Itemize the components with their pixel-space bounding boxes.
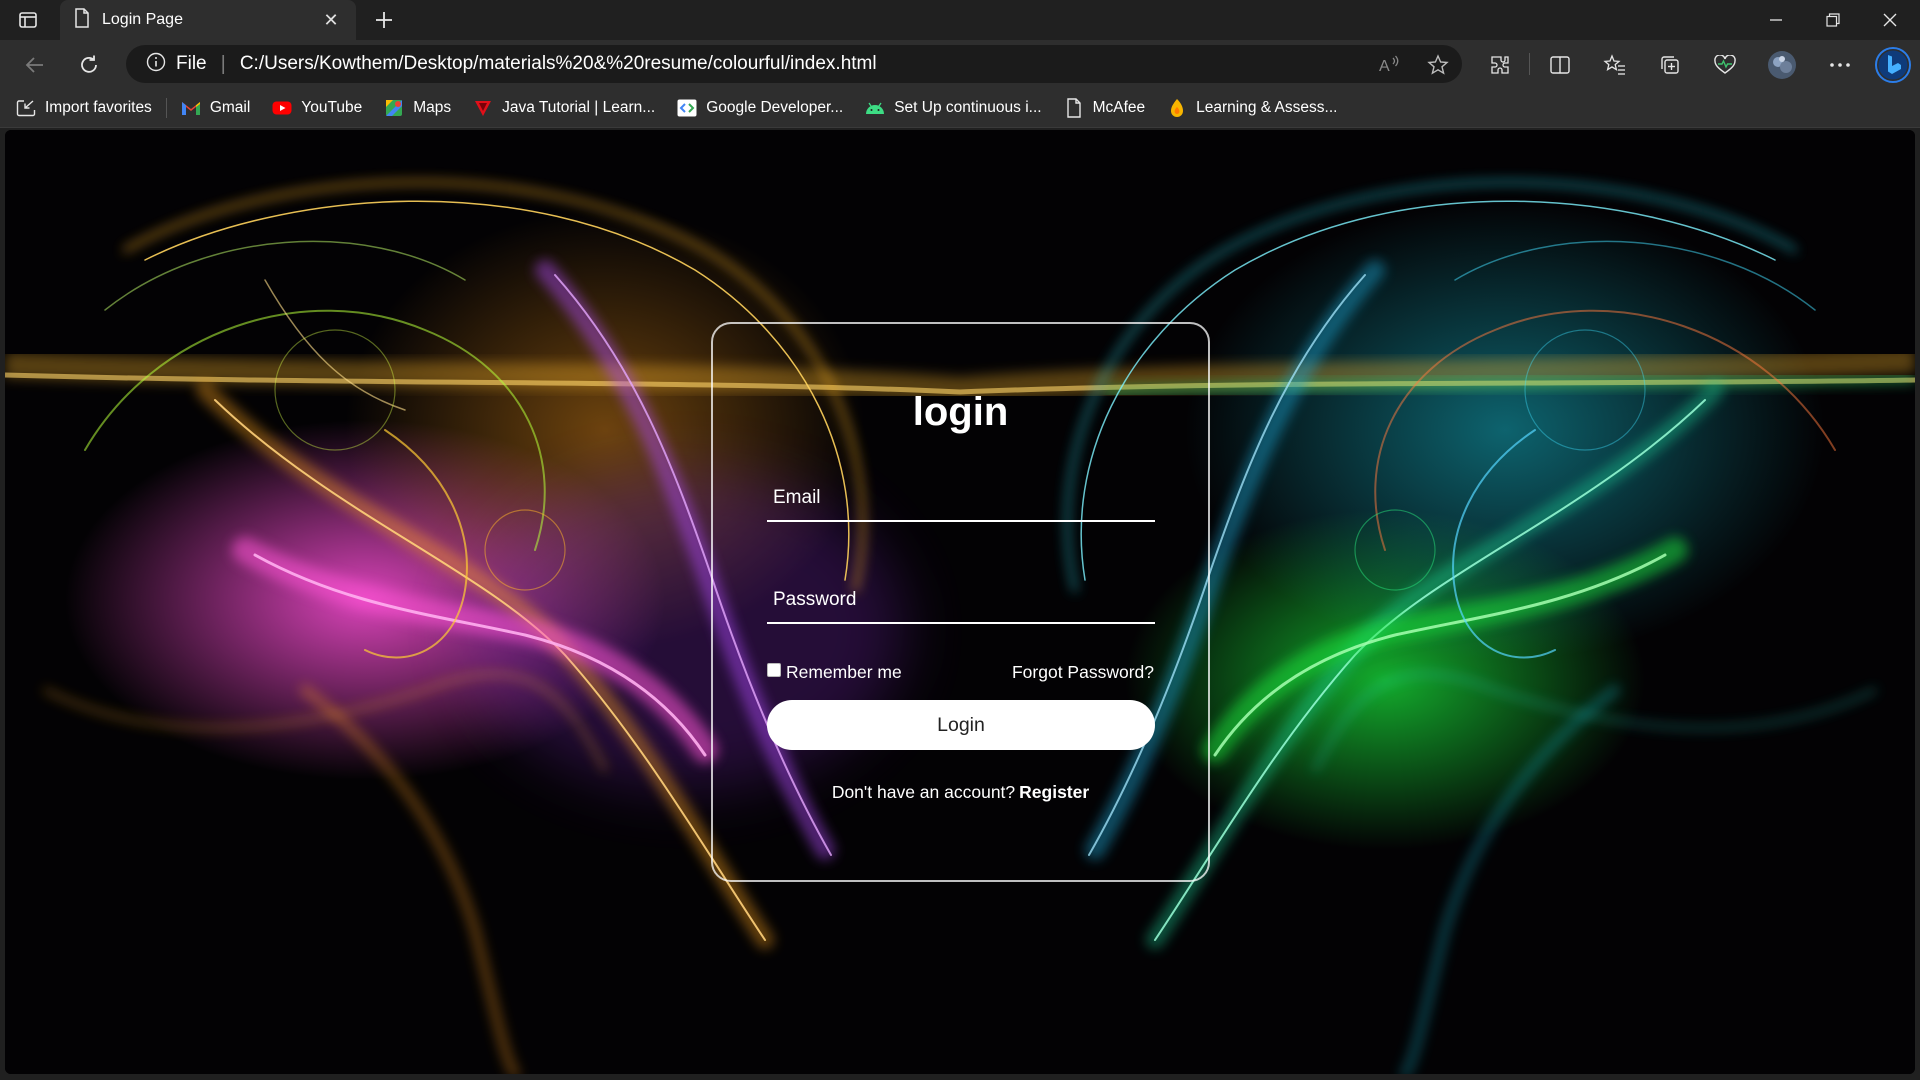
bookmark-mcafee[interactable]: McAfee	[1064, 97, 1146, 118]
bookmark-label: Google Developer...	[706, 98, 844, 116]
maps-icon	[384, 98, 404, 118]
close-window-icon[interactable]	[1862, 0, 1918, 40]
page-viewport: login Remember me Forgot Password? Login…	[5, 130, 1915, 1074]
email-field-wrapper	[767, 476, 1155, 522]
learning-icon	[1167, 98, 1187, 118]
login-title: login	[912, 390, 1009, 434]
active-tab[interactable]: Login Page ✕	[60, 0, 356, 40]
scheme-label: File	[176, 53, 207, 74]
register-prompt-line: Don't have an account? Register	[713, 782, 1208, 803]
copilot-icon[interactable]	[1873, 45, 1913, 85]
bookmark-label: Import favorites	[45, 98, 152, 116]
bookmark-gmail[interactable]: Gmail	[181, 98, 250, 118]
omnibox-divider: |	[220, 52, 226, 75]
split-screen-icon[interactable]	[1546, 52, 1574, 78]
profile-avatar[interactable]	[1766, 49, 1798, 81]
extensions-icon[interactable]	[1486, 52, 1514, 78]
bookmark-import-favorites[interactable]: Import favorites	[16, 98, 152, 118]
android-icon	[865, 98, 885, 118]
new-tab-icon[interactable]	[370, 6, 398, 34]
register-prompt: Don't have an account?	[831, 782, 1016, 802]
bookmark-label: McAfee	[1092, 98, 1146, 116]
youtube-icon	[272, 98, 292, 118]
bookmark-setup-ci[interactable]: Set Up continuous i...	[865, 98, 1042, 118]
register-link[interactable]: Register	[1019, 782, 1089, 802]
refresh-icon[interactable]	[74, 50, 104, 80]
password-field-wrapper	[767, 578, 1155, 624]
bookmark-label: Gmail	[209, 98, 251, 116]
page-icon	[1064, 97, 1084, 118]
url-text[interactable]: C:/Users/Kowthem/Desktop/materials%20&%2…	[240, 53, 877, 75]
tab-bar: Login Page ✕	[0, 0, 1920, 40]
read-aloud-icon[interactable]: A	[1378, 54, 1402, 76]
toolbar-divider	[1529, 53, 1530, 75]
login-card: login Remember me Forgot Password? Login…	[711, 322, 1210, 882]
remember-me-label: Remember me	[786, 662, 902, 682]
collections-icon[interactable]	[1656, 52, 1684, 78]
bookmark-java-tutorial[interactable]: Java Tutorial | Learn...	[473, 98, 655, 118]
page-icon	[74, 7, 90, 33]
favorite-star-icon[interactable]	[1426, 54, 1450, 76]
bookmark-youtube[interactable]: YouTube	[272, 98, 362, 118]
minimize-icon[interactable]	[1748, 0, 1804, 40]
bookmark-learning-assess[interactable]: Learning & Assess...	[1167, 98, 1337, 118]
login-button[interactable]: Login	[767, 700, 1155, 750]
remember-me-checkbox[interactable]	[767, 662, 781, 677]
back-icon[interactable]	[20, 50, 50, 80]
remember-me[interactable]: Remember me	[767, 662, 902, 683]
restore-icon[interactable]	[1805, 0, 1861, 40]
browser-essentials-icon[interactable]	[1711, 52, 1739, 78]
bookmark-label: Java Tutorial | Learn...	[502, 98, 656, 116]
close-tab-icon[interactable]: ✕	[320, 10, 342, 31]
bookmark-label: Set Up continuous i...	[894, 98, 1042, 116]
bookmark-maps[interactable]: Maps	[384, 98, 451, 118]
forgot-password-link[interactable]: Forgot Password?	[1012, 662, 1154, 683]
bookmarks-bar: Import favorites Gmail YouTube Maps Java…	[0, 88, 1920, 128]
java-tutorial-icon	[473, 98, 493, 118]
gmail-icon	[181, 98, 201, 118]
more-options-icon[interactable]	[1826, 52, 1854, 78]
tab-actions-icon[interactable]	[16, 8, 40, 32]
password-input[interactable]	[767, 578, 1155, 622]
bookmark-label: YouTube	[301, 98, 363, 116]
import-icon	[16, 98, 36, 118]
info-icon[interactable]	[146, 52, 166, 77]
bookmark-label: Maps	[413, 98, 452, 116]
address-toolbar: File | C:/Users/Kowthem/Desktop/material…	[0, 40, 1920, 88]
address-bar[interactable]: File | C:/Users/Kowthem/Desktop/material…	[126, 45, 1462, 83]
bookmark-google-developers[interactable]: Google Developer...	[677, 98, 843, 118]
svg-text:A: A	[1379, 58, 1390, 75]
bookmark-label: Learning & Assess...	[1196, 98, 1338, 116]
favorites-icon[interactable]	[1601, 52, 1629, 78]
google-developers-icon	[677, 98, 697, 118]
tab-title: Login Page	[102, 11, 183, 28]
email-input[interactable]	[767, 476, 1155, 520]
bookmark-divider	[165, 97, 167, 118]
